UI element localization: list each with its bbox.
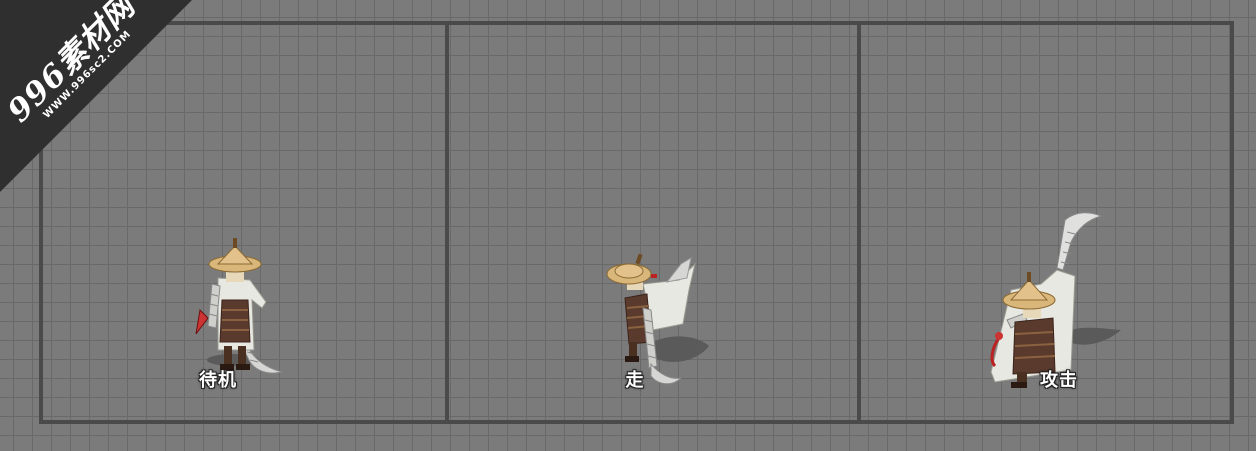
label-attack: 攻击 (1040, 370, 1078, 391)
label-walk: 走 (625, 370, 645, 391)
character-walk-sprite (606, 253, 709, 385)
label-idle: 待机 (199, 370, 237, 391)
panel-walk: 走 (449, 25, 857, 420)
watermark-logo: 996素材网 WWW.996sc2.COM (0, 0, 200, 200)
panel-attack: 攻击 (861, 25, 1230, 420)
